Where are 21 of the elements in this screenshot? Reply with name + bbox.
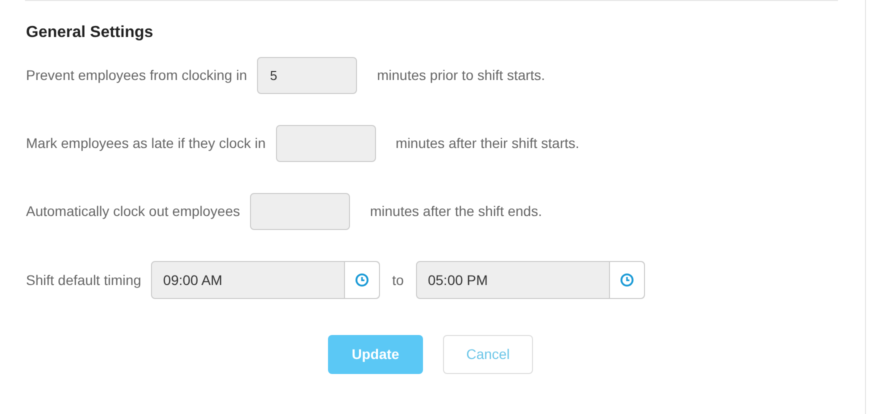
field-value: 5 bbox=[270, 66, 278, 85]
minutes-field[interactable] bbox=[276, 125, 376, 162]
clock-button[interactable] bbox=[608, 262, 644, 298]
minutes-field[interactable]: 5 bbox=[257, 57, 357, 94]
setting-suffix: minutes after their shift starts. bbox=[396, 134, 580, 153]
clock-button[interactable] bbox=[344, 262, 380, 298]
clock-icon bbox=[355, 273, 370, 287]
range-separator: to bbox=[392, 270, 404, 290]
setting-label: Mark employees as late if they clock in bbox=[26, 134, 266, 153]
time-value: 09:00 AM bbox=[162, 270, 224, 290]
minutes-field[interactable] bbox=[250, 193, 350, 230]
section-title: General Settings bbox=[26, 23, 154, 43]
setting-suffix: minutes after the shift ends. bbox=[370, 202, 542, 221]
setting-label: Shift default timing bbox=[26, 270, 142, 290]
setting-suffix: minutes prior to shift starts. bbox=[377, 66, 546, 85]
setting-label: Prevent employees from clocking in bbox=[26, 66, 247, 85]
time-field[interactable]: 05:00 PM bbox=[416, 261, 645, 299]
setting-label: Automatically clock out employees bbox=[26, 202, 240, 221]
time-value: 05:00 PM bbox=[426, 270, 489, 290]
time-field[interactable]: 09:00 AM bbox=[151, 261, 380, 299]
clock-icon bbox=[620, 273, 634, 287]
